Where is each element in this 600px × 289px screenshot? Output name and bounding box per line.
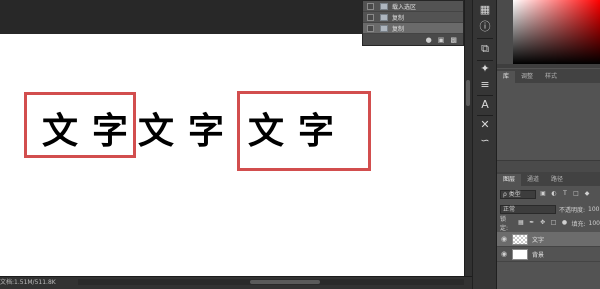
library-panel-footer (497, 160, 600, 172)
opacity-value[interactable]: 100 (588, 206, 599, 213)
color-picker-field[interactable] (513, 0, 600, 64)
canvas-text-3: 文字 (248, 111, 349, 152)
history-panel: 载入选区 复制 复制 ● ▣ ▩ (362, 0, 464, 46)
layer-name: 文字 (532, 236, 545, 244)
lock-artboard-icon[interactable]: □ (550, 219, 558, 227)
layer-thumbnail (512, 233, 528, 245)
tab-adjustments[interactable]: 调整 (515, 71, 539, 83)
color-hue-strip[interactable] (497, 64, 600, 68)
lock-label: 锁定: (500, 216, 509, 232)
history-item[interactable]: 载入选区 (363, 1, 463, 12)
swatches-icon[interactable]: ▦ (478, 3, 492, 17)
history-checkbox[interactable] (367, 24, 374, 32)
snapshot-icon[interactable]: ● (426, 36, 432, 44)
text-filter-icon[interactable]: T (561, 190, 569, 198)
layer-thumbnail (512, 248, 528, 260)
history-step-icon (380, 13, 388, 21)
canvas-text-2: 文字 (138, 111, 239, 152)
adjustments-icon[interactable]: ≡ (478, 78, 492, 92)
camera-icon[interactable]: ▣ (438, 36, 445, 44)
adjustment-filter-icon[interactable]: ◐ (550, 190, 558, 198)
tab-layers[interactable]: 图层 (497, 174, 522, 186)
paragraph-icon[interactable]: ∽ (478, 134, 492, 148)
canvas-text-1: 文字 (42, 111, 143, 152)
history-item-label: 载入选区 (392, 3, 417, 11)
info-icon[interactable]: ⓘ (478, 20, 492, 34)
trash-icon[interactable]: ▩ (450, 36, 457, 44)
document-size-info[interactable]: 文档:1.51M/511.8K (0, 277, 56, 288)
fill-value[interactable]: 100 (589, 220, 600, 227)
history-item-label: 复制 (392, 25, 405, 33)
history-toolbar: ● ▣ ▩ (363, 34, 463, 45)
lock-transparent-icon[interactable]: ▦ (517, 219, 525, 227)
library-panel-content (497, 83, 600, 171)
library-tabs: 库 调整 样式 (497, 69, 600, 83)
opacity-label: 不透明度: (559, 206, 586, 214)
history-step-icon (380, 24, 388, 32)
tab-channels[interactable]: 通道 (521, 174, 545, 186)
smart-object-filter-icon[interactable]: ◆ (583, 190, 591, 198)
history-item-selected[interactable]: 复制 (363, 23, 463, 34)
layer-row-background[interactable]: ◉ 背景 (497, 247, 600, 262)
horizontal-scroll-thumb[interactable] (250, 280, 320, 284)
history-checkbox[interactable] (367, 13, 374, 21)
vertical-scroll-thumb[interactable] (466, 80, 470, 106)
history-item-label: 复制 (392, 14, 405, 22)
history-item[interactable]: 复制 (363, 12, 463, 23)
color-panel-strip (497, 0, 513, 64)
tab-paths[interactable]: 路径 (545, 174, 569, 186)
layer-filter-row: ρ 类型 ▣ ◐ T □ ◆ (497, 187, 600, 201)
shape-filter-icon[interactable]: □ (572, 190, 580, 198)
lock-position-icon[interactable]: ✥ (539, 219, 547, 227)
history-step-icon (380, 2, 388, 10)
character-icon[interactable]: A (478, 98, 492, 112)
layer-row-text[interactable]: ◉ 文字 (497, 232, 600, 247)
vertical-scrollbar[interactable] (464, 0, 472, 289)
tab-library[interactable]: 库 (497, 71, 516, 83)
lock-image-icon[interactable]: ✒ (528, 219, 536, 227)
layer-filter-select[interactable]: ρ 类型 (500, 189, 536, 199)
brush-icon[interactable]: ✦ (478, 62, 492, 76)
panel-icon-dock: ▦ ⓘ ⧉ ✦ ≡ A ✕ ∽ (472, 0, 497, 289)
eye-icon[interactable]: ◉ (500, 235, 508, 243)
clone-source-icon[interactable]: ⧉ (478, 42, 492, 56)
lock-row: 锁定: ▦ ✒ ✥ □ ● 填充: 100 (497, 216, 600, 232)
blend-mode-select[interactable]: 正常 (500, 204, 556, 214)
layer-name: 背景 (532, 251, 545, 259)
tab-styles[interactable]: 样式 (539, 71, 563, 83)
fill-label: 填充: (571, 220, 586, 228)
lock-all-icon[interactable]: ● (561, 219, 569, 227)
image-filter-icon[interactable]: ▣ (539, 190, 547, 198)
eye-icon[interactable]: ◉ (500, 250, 508, 258)
layers-tabs: 图层 通道 路径 (497, 172, 600, 186)
tools-icon[interactable]: ✕ (478, 118, 492, 132)
history-checkbox[interactable] (367, 2, 374, 10)
